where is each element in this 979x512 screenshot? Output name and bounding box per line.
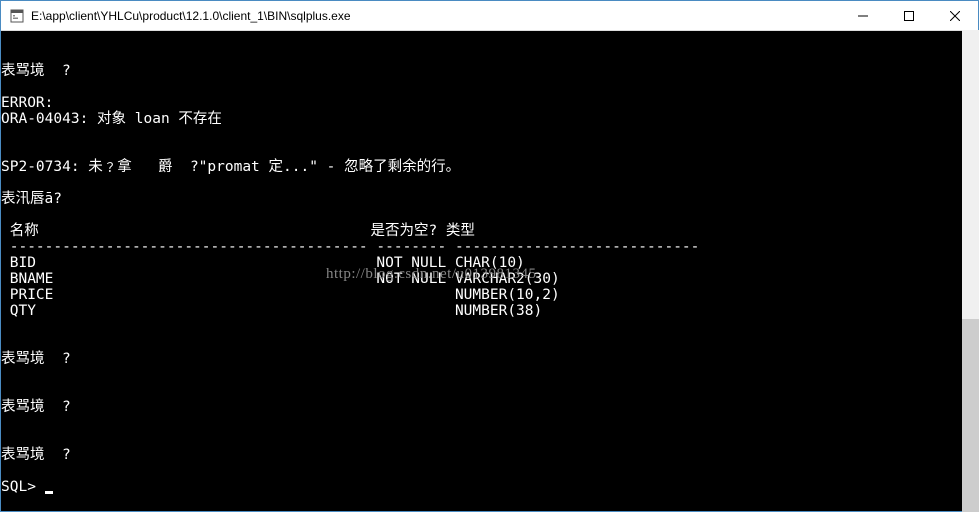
maximize-button[interactable] bbox=[886, 1, 932, 30]
terminal[interactable]: 表骂境 ? ERROR:ORA-04043: 对象 loan 不存在 SP2-0… bbox=[1, 31, 978, 511]
terminal-line bbox=[1, 79, 978, 95]
terminal-line bbox=[1, 207, 978, 223]
terminal-line bbox=[1, 415, 978, 431]
terminal-line: 表骂境 ? bbox=[1, 447, 978, 463]
terminal-line: SQL> bbox=[1, 479, 978, 495]
terminal-line: QTY NUMBER(38) bbox=[1, 303, 978, 319]
terminal-line: ERROR: bbox=[1, 95, 978, 111]
terminal-line bbox=[1, 335, 978, 351]
window-controls bbox=[840, 1, 978, 30]
terminal-line: 表骂境 ? bbox=[1, 63, 978, 79]
terminal-line: ORA-04043: 对象 loan 不存在 bbox=[1, 111, 978, 127]
titlebar[interactable]: E:\app\client\YHLCu\product\12.1.0\clien… bbox=[1, 1, 978, 31]
scrollbar[interactable] bbox=[962, 30, 979, 512]
terminal-line: BID NOT NULL CHAR(10) bbox=[1, 255, 978, 271]
window-title: E:\app\client\YHLCu\product\12.1.0\clien… bbox=[31, 9, 840, 23]
terminal-line bbox=[1, 143, 978, 159]
terminal-line bbox=[1, 463, 978, 479]
cursor bbox=[45, 491, 53, 494]
terminal-line bbox=[1, 383, 978, 399]
minimize-button[interactable] bbox=[840, 1, 886, 30]
terminal-line bbox=[1, 367, 978, 383]
terminal-line: 表汛唇ā? bbox=[1, 191, 978, 207]
window-frame: E:\app\client\YHLCu\product\12.1.0\clien… bbox=[0, 0, 979, 512]
terminal-line: 表骂境 ? bbox=[1, 399, 978, 415]
terminal-content: 表骂境 ? ERROR:ORA-04043: 对象 loan 不存在 SP2-0… bbox=[1, 63, 978, 495]
terminal-line: 名称 是否为空? 类型 bbox=[1, 223, 978, 239]
terminal-line: PRICE NUMBER(10,2) bbox=[1, 287, 978, 303]
terminal-line: 表骂境 ? bbox=[1, 351, 978, 367]
terminal-line bbox=[1, 127, 978, 143]
terminal-line bbox=[1, 175, 978, 191]
terminal-line: SP2-0734: 未﹖拿 爵 ?"promat 定..." - 忽略了剩余的行… bbox=[1, 159, 978, 175]
close-button[interactable] bbox=[932, 1, 978, 30]
terminal-line: ----------------------------------------… bbox=[1, 239, 978, 255]
terminal-line bbox=[1, 319, 978, 335]
scroll-thumb[interactable] bbox=[962, 319, 979, 512]
terminal-line bbox=[1, 431, 978, 447]
app-icon bbox=[9, 8, 25, 24]
terminal-line: BNAME NOT NULL VARCHAR2(30) bbox=[1, 271, 978, 287]
